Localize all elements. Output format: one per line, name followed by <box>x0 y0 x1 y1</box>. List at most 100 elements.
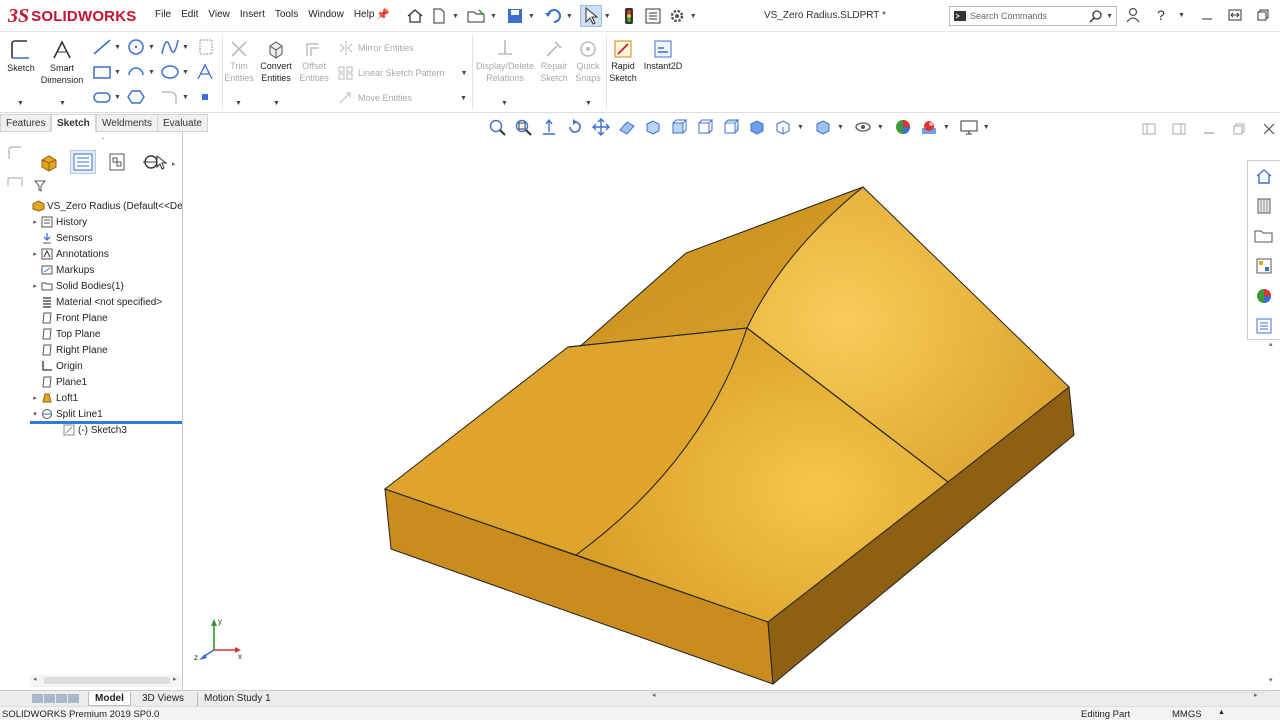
display-style-dropdown-icon[interactable]: ▼ <box>837 124 844 131</box>
tree-item-solid-bodies[interactable]: ▸ Solid Bodies(1) <box>30 278 182 294</box>
user-account-icon[interactable] <box>1122 4 1144 26</box>
maximize-icon[interactable] <box>1252 4 1274 26</box>
scroll-down-icon[interactable]: ▾ <box>1269 676 1273 684</box>
scroll-right-icon[interactable]: ▸ <box>173 675 177 683</box>
view-orientation-icon[interactable] <box>771 116 795 138</box>
spline-tool[interactable]: ▼ <box>160 38 194 56</box>
expander-icon[interactable]: ▸ <box>30 282 40 290</box>
tree-item-plane1[interactable]: Plane1 <box>30 374 182 390</box>
scroll-up-icon[interactable]: ▴ <box>1269 340 1273 348</box>
options-dropdown-icon[interactable]: ▼ <box>690 13 697 20</box>
sketch-fillet-tool[interactable] <box>198 38 214 56</box>
tree-item-annotations[interactable]: ▸ Annotations <box>30 246 182 262</box>
tree-item-right-plane[interactable]: Right Plane <box>30 342 182 358</box>
fillet-tool[interactable]: ▼ <box>160 88 194 106</box>
menu-window[interactable]: Window <box>303 9 349 20</box>
tree-item-markups[interactable]: Markups <box>30 262 182 278</box>
scroll-right-icon[interactable]: ▸ <box>1254 691 1258 699</box>
display-style-icon[interactable] <box>811 116 835 138</box>
rectangle-tool[interactable]: ▼ <box>92 63 126 81</box>
open-dropdown-icon[interactable]: ▼ <box>490 13 497 20</box>
fillet-dropdown-icon[interactable]: ▼ <box>182 94 189 101</box>
tab-sketch[interactable]: Sketch <box>51 114 96 132</box>
hide-show-dropdown-icon[interactable]: ▼ <box>877 124 884 131</box>
arc-dropdown-icon[interactable]: ▼ <box>148 69 155 76</box>
doc-minimize-icon[interactable] <box>1198 118 1220 140</box>
sketch-button[interactable]: Sketch <box>4 38 38 74</box>
pan-view-icon[interactable] <box>589 116 613 138</box>
dimension-dropdown-icon[interactable]: ▼ <box>59 100 66 107</box>
polygon-tool[interactable] <box>126 88 146 106</box>
point-tool[interactable] <box>200 92 210 102</box>
view-cube-icon[interactable] <box>641 116 665 138</box>
menu-view[interactable]: View <box>203 9 235 20</box>
tab-features[interactable]: Features <box>0 114 52 132</box>
tab-weldments[interactable]: Weldments <box>96 114 158 132</box>
ellipse-tool[interactable]: ▼ <box>160 63 194 81</box>
circle-dropdown-icon[interactable]: ▼ <box>148 44 155 51</box>
move-dropdown-icon[interactable]: ▼ <box>460 95 467 102</box>
panel-grip-icon[interactable]: • <box>102 137 110 143</box>
rapid-sketch-button[interactable]: Rapid Sketch <box>608 38 638 84</box>
save-dropdown-icon[interactable]: ▼ <box>528 13 535 20</box>
status-unit-system[interactable]: MMGS <box>1172 709 1202 720</box>
rotate-view-icon[interactable] <box>563 116 587 138</box>
menu-edit[interactable]: Edit <box>176 9 203 20</box>
view-palette-icon[interactable] <box>1248 251 1280 281</box>
expander-icon[interactable]: ▸ <box>30 218 40 226</box>
move-entities-button[interactable]: Move Entities ▼ <box>338 91 472 105</box>
part-model-3d[interactable] <box>183 132 1247 690</box>
apply-scene-icon[interactable] <box>917 116 941 138</box>
sketch-fade-icon[interactable] <box>6 144 24 162</box>
dimension-fade-icon[interactable] <box>6 174 24 188</box>
select-dropdown-icon[interactable]: ▼ <box>604 13 611 20</box>
search-commands-field[interactable]: Search Commands ▼ <box>949 6 1117 26</box>
graphics-vertical-scrollbar[interactable]: ▴ ▾ <box>1266 340 1280 690</box>
menu-insert[interactable]: Insert <box>235 9 270 20</box>
mirror-entities-button[interactable]: Mirror Entities <box>338 41 414 55</box>
tab-model[interactable]: Model <box>88 692 131 706</box>
options-gear-icon[interactable] <box>666 5 688 27</box>
display-delete-relations-button[interactable]: Display/Delete Relations <box>474 38 536 84</box>
undo-icon[interactable] <box>542 5 564 27</box>
tree-item-sketch3[interactable]: (-) Sketch3 <box>30 422 182 438</box>
snaps-dropdown-icon[interactable]: ▼ <box>585 100 592 107</box>
tree-item-front-plane[interactable]: Front Plane <box>30 310 182 326</box>
minimize-icon[interactable] <box>1196 4 1218 26</box>
tree-item-material[interactable]: Material <not specified> <box>30 294 182 310</box>
feature-tree-horizontal-scrollbar[interactable]: ◂ ▸ <box>30 675 182 687</box>
configuration-manager-icon[interactable] <box>104 150 130 174</box>
rebuild-traffic-light-icon[interactable] <box>618 5 640 27</box>
arc-tool[interactable]: ▼ <box>126 63 160 81</box>
line-dropdown-icon[interactable]: ▼ <box>114 44 121 51</box>
scroll-left-icon[interactable]: ◂ <box>652 691 656 699</box>
save-icon[interactable] <box>504 5 526 27</box>
menu-help[interactable]: Help <box>349 9 380 20</box>
rectangle-dropdown-icon[interactable]: ▼ <box>114 69 121 76</box>
menu-tools[interactable]: Tools <box>270 9 303 20</box>
view-isometric-icon[interactable] <box>745 116 769 138</box>
expander-icon[interactable]: ▾ <box>30 410 40 418</box>
zoom-to-area-icon[interactable] <box>511 116 535 138</box>
search-dropdown-icon[interactable]: ▼ <box>1106 13 1113 20</box>
doc-restore-icon[interactable] <box>1228 118 1250 140</box>
tree-item-origin[interactable]: Origin <box>30 358 182 374</box>
view-settings-icon[interactable] <box>957 116 981 138</box>
tree-item-top-plane[interactable]: Top Plane <box>30 326 182 342</box>
new-dropdown-icon[interactable]: ▼ <box>452 13 459 20</box>
tabs-overflow-icon[interactable]: ▸ <box>172 160 176 168</box>
view-settings-dropdown-icon[interactable]: ▼ <box>983 124 990 131</box>
property-manager-icon[interactable] <box>70 150 96 174</box>
instant2d-button[interactable]: Instant2D <box>640 38 686 72</box>
previous-tab-icon[interactable] <box>44 694 55 703</box>
previous-view-icon[interactable] <box>537 116 561 138</box>
tab-evaluate[interactable]: Evaluate <box>157 114 208 132</box>
view-top-icon[interactable] <box>719 116 743 138</box>
tree-root-part[interactable]: VS_Zero Radius (Default<<De <box>30 198 182 214</box>
circle-tool[interactable]: ▼ <box>126 38 160 56</box>
tree-item-sensors[interactable]: Sensors <box>30 230 182 246</box>
expander-icon[interactable]: ▸ <box>30 394 40 402</box>
pin-icon[interactable]: 📌 <box>376 8 390 21</box>
line-tool[interactable]: ▼ <box>92 38 126 56</box>
standard-views-icon[interactable] <box>667 116 691 138</box>
